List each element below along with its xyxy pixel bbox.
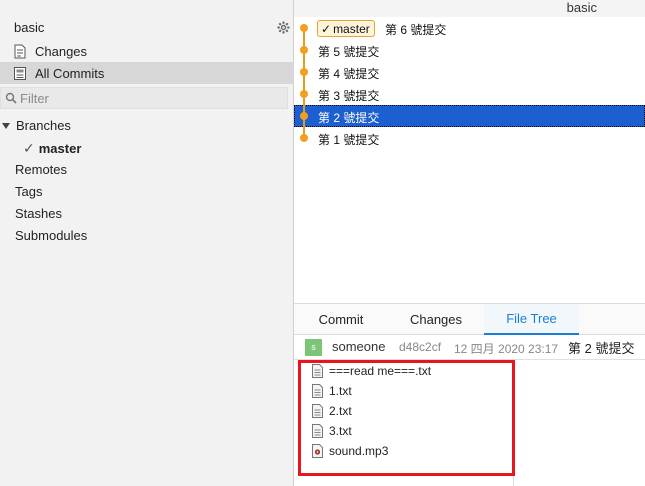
tab-file-tree[interactable]: File Tree (484, 304, 579, 335)
repo-name: basic (14, 20, 45, 35)
commit-dot (300, 134, 308, 142)
commit-row[interactable]: 第 1 號提交 (294, 127, 645, 149)
branches-group[interactable]: Branches (2, 118, 71, 133)
commit-hash[interactable]: d48c2cf (399, 340, 441, 354)
gear-icon[interactable] (277, 21, 290, 34)
commit-dot (300, 68, 308, 76)
text-file-icon (312, 424, 323, 438)
sidebar-item-submodules[interactable]: Submodules (15, 228, 87, 243)
tab-label: Commit (318, 312, 364, 327)
commit-author: someone (332, 339, 386, 354)
commit-date: 12 四月 2020 23:17 (454, 342, 559, 356)
sidebar-item-label: Changes (35, 43, 88, 59)
text-file-icon (312, 384, 323, 398)
changes-icon (13, 44, 27, 59)
window-title: basic (566, 0, 597, 15)
commit-message: 第 1 號提交 (318, 133, 380, 147)
commit-graph: ✓ master 第 6 號提交 第 5 號提交 第 4 號提交 第 3 號提交… (294, 17, 645, 302)
file-name: ===read me===.txt (329, 364, 432, 378)
sidebar: basic Changes All Commits Filter Branche… (0, 0, 294, 486)
commit-message: 第 3 號提交 (318, 89, 380, 103)
file-item[interactable]: 3.txt (312, 422, 352, 440)
file-name: 3.txt (329, 424, 352, 438)
commit-dot (300, 90, 308, 98)
file-name: 1.txt (329, 384, 352, 398)
text-file-icon (312, 364, 323, 378)
section-label: Submodules (15, 228, 88, 243)
sidebar-item-stashes[interactable]: Stashes (15, 206, 62, 221)
tab-label: File Tree (506, 311, 557, 326)
tab-label: Changes (409, 312, 463, 327)
text-file-icon (312, 404, 323, 418)
file-name: 2.txt (329, 404, 352, 418)
audio-file-icon (312, 444, 323, 458)
commit-info-bar: s someone d48c2cf 12 四月 2020 23:17 第 2 號… (294, 336, 645, 360)
sidebar-item-label: All Commits (35, 65, 105, 81)
sidebar-item-changes[interactable]: Changes (0, 40, 294, 62)
branches-label: Branches (16, 118, 71, 133)
branch-item-master[interactable]: ✓ master (23, 140, 81, 157)
commit-message: 第 6 號提交 (385, 23, 447, 37)
filter-box[interactable] (0, 87, 288, 109)
checkmark-icon: ✓ (23, 140, 35, 156)
commit-row-selected[interactable]: 第 2 號提交 (294, 105, 645, 127)
tab-changes[interactable]: Changes (388, 304, 484, 335)
branch-badge: ✓ master (317, 20, 375, 37)
commit-row[interactable]: 第 4 號提交 (294, 61, 645, 83)
section-label: Tags (15, 184, 43, 199)
commit-message: 第 4 號提交 (318, 67, 380, 81)
search-icon (5, 92, 17, 104)
window-title-bar: basic (294, 0, 645, 17)
tab-commit[interactable]: Commit (294, 304, 388, 335)
avatar: s (305, 339, 322, 356)
branch-name: master (38, 141, 82, 156)
file-tree: ===read me===.txt 1.txt 2.txt 3.txt soun… (294, 360, 514, 486)
commit-dot (300, 112, 308, 120)
section-label: Stashes (15, 206, 62, 221)
commit-row[interactable]: 第 5 號提交 (294, 39, 645, 61)
filter-input[interactable] (20, 90, 270, 106)
sidebar-item-tags[interactable]: Tags (15, 184, 42, 199)
sidebar-item-remotes[interactable]: Remotes (15, 162, 67, 177)
commit-subject: 第 2 號提交 (568, 341, 635, 356)
commit-row[interactable]: 第 3 號提交 (294, 83, 645, 105)
commit-dot (300, 46, 308, 54)
file-name: sound.mp3 (329, 444, 389, 458)
sidebar-item-all-commits[interactable]: All Commits (0, 62, 294, 84)
checkmark-icon: ✓ (321, 21, 332, 36)
file-item[interactable]: 2.txt (312, 402, 352, 420)
details-tab-bar: Commit Changes File Tree (294, 303, 645, 335)
file-item[interactable]: 1.txt (312, 382, 352, 400)
commits-icon (13, 66, 27, 81)
chevron-down-icon[interactable] (2, 122, 10, 129)
file-item[interactable]: sound.mp3 (312, 442, 388, 460)
branch-badge-label: master (333, 21, 370, 36)
commit-message: 第 5 號提交 (318, 45, 380, 59)
commit-message: 第 2 號提交 (318, 111, 380, 125)
commit-dot (300, 24, 308, 32)
file-item[interactable]: ===read me===.txt (312, 362, 431, 380)
section-label: Remotes (15, 162, 68, 177)
commit-row[interactable]: ✓ master 第 6 號提交 (294, 17, 645, 39)
